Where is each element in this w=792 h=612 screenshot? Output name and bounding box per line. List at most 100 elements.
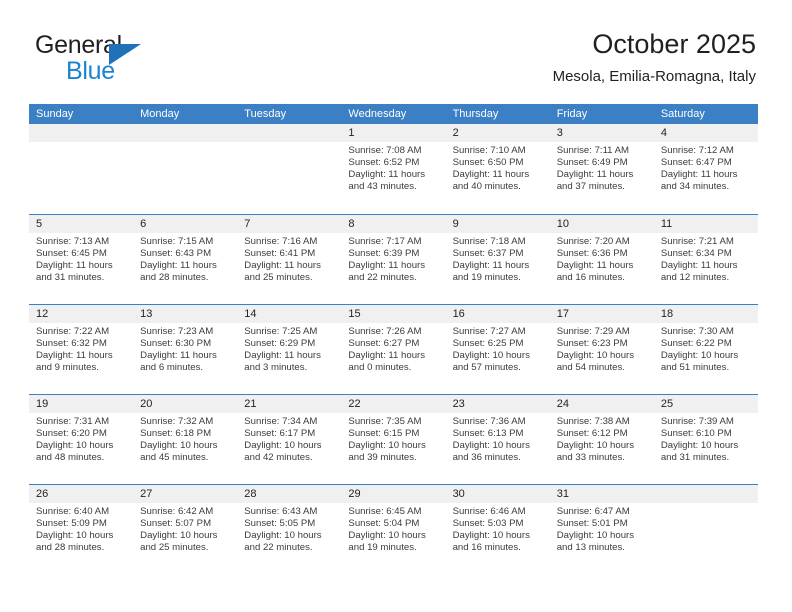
day-number: 29 [341, 485, 446, 503]
calendar-day-cell[interactable]: 24 Sunrise: 7:38 AM Sunset: 6:12 PM Dayligh… [549, 395, 654, 484]
daylight-duration-line2: and 42 minutes. [244, 452, 313, 464]
day-number: 28 [237, 485, 342, 503]
calendar-day-cell[interactable]: 20 Sunrise: 7:32 AM Sunset: 6:18 PM Dayligh… [133, 395, 238, 484]
day-number [133, 124, 238, 142]
daylight-duration-line1: Daylight: 10 hours [556, 530, 635, 542]
calendar-day-cell[interactable]: 25 Sunrise: 7:39 AM Sunset: 6:10 PM Dayligh… [653, 395, 758, 484]
sunrise-time: Sunrise: 7:20 AM [556, 236, 630, 247]
daylight-duration-line1: Daylight: 10 hours [660, 350, 739, 362]
sunrise-time: Sunrise: 7:35 AM [348, 416, 422, 427]
sunset-time: Sunset: 6:52 PM [348, 157, 420, 169]
day-number: 1 [341, 124, 446, 142]
calendar-day-cell[interactable]: 4 Sunrise: 7:12 AM Sunset: 6:47 PM Daylight… [653, 124, 758, 214]
calendar-day-cell[interactable]: 19 Sunrise: 7:31 AM Sunset: 6:20 PM Dayligh… [29, 395, 134, 484]
daylight-duration-line2: and 34 minutes. [660, 181, 730, 193]
daylight-duration-line1: Daylight: 10 hours [660, 440, 739, 452]
sunset-time: Sunset: 6:45 PM [36, 248, 107, 260]
calendar-day-cell[interactable]: 12 Sunrise: 7:22 AM Sunset: 6:32 PM Dayligh… [29, 305, 134, 394]
daylight-duration-line2: and 12 minutes. [660, 272, 730, 284]
calendar-day-cell[interactable]: 1 Sunrise: 7:08 AM Sunset: 6:52 PM Daylight… [341, 124, 446, 214]
sunrise-time: Sunrise: 7:39 AM [660, 416, 734, 427]
sunrise-time: Sunrise: 7:21 AM [660, 236, 734, 247]
sunrise-time: Sunrise: 7:15 AM [140, 236, 214, 247]
calendar-day-cell[interactable]: 15 Sunrise: 7:26 AM Sunset: 6:27 PM Dayligh… [341, 305, 446, 394]
sunrise-time: Sunrise: 6:45 AM [348, 506, 422, 517]
day-sun-info: Sunrise: 6:45 AM Sunset: 5:04 PM Daylight:… [341, 503, 445, 554]
sunrise-time: Sunrise: 7:11 AM [556, 145, 630, 156]
day-sun-info: Sunrise: 7:17 AM Sunset: 6:39 PM Daylight:… [341, 233, 445, 284]
day-sun-info: Sunrise: 7:23 AM Sunset: 6:30 PM Daylight:… [133, 323, 237, 374]
day-sun-info: Sunrise: 7:34 AM Sunset: 6:17 PM Daylight:… [237, 413, 341, 464]
calendar-day-cell[interactable]: 28 Sunrise: 6:43 AM Sunset: 5:05 PM Dayligh… [237, 485, 342, 574]
calendar-day-cell[interactable]: 18 Sunrise: 7:30 AM Sunset: 6:22 PM Dayligh… [653, 305, 758, 394]
day-number: 14 [237, 305, 342, 323]
day-sun-info: Sunrise: 6:40 AM Sunset: 5:09 PM Daylight:… [29, 503, 133, 554]
calendar-table: Sunday Monday Tuesday Wednesday Thursday Frid… [29, 104, 758, 574]
day-sun-info: Sunrise: 7:22 AM Sunset: 6:32 PM Daylight:… [29, 323, 133, 374]
day-number: 4 [653, 124, 758, 142]
calendar-day-cell[interactable]: 13 Sunrise: 7:23 AM Sunset: 6:30 PM Dayligh… [133, 305, 238, 394]
calendar-day-cell[interactable]: 22 Sunrise: 7:35 AM Sunset: 6:15 PM Dayligh… [341, 395, 446, 484]
daylight-duration-line2: and 36 minutes. [452, 452, 521, 464]
day-sun-info: Sunrise: 7:29 AM Sunset: 6:23 PM Daylight:… [550, 323, 654, 374]
calendar-day-cell[interactable]: 17 Sunrise: 7:29 AM Sunset: 6:23 PM Dayligh… [549, 305, 654, 394]
sunset-time: Sunset: 5:09 PM [36, 518, 107, 530]
calendar-day-cell[interactable]: 29 Sunrise: 6:45 AM Sunset: 5:04 PM Dayligh… [341, 485, 446, 574]
daylight-duration-line1: Daylight: 11 hours [140, 260, 217, 272]
sunset-time: Sunset: 6:50 PM [452, 157, 524, 169]
sunset-time: Sunset: 6:49 PM [556, 157, 628, 169]
day-number: 9 [445, 215, 550, 233]
sunset-time: Sunset: 6:23 PM [556, 338, 628, 350]
sunrise-time: Sunrise: 6:47 AM [556, 506, 630, 517]
calendar-day-cell[interactable]: 11 Sunrise: 7:21 AM Sunset: 6:34 PM Dayligh… [653, 215, 758, 304]
calendar-day-cell[interactable]: 21 Sunrise: 7:34 AM Sunset: 6:17 PM Dayligh… [237, 395, 342, 484]
calendar-day-cell[interactable]: 23 Sunrise: 7:36 AM Sunset: 6:13 PM Dayligh… [445, 395, 550, 484]
day-sun-info: Sunrise: 7:12 AM Sunset: 6:47 PM Daylight:… [654, 142, 758, 193]
day-number: 26 [29, 485, 134, 503]
calendar-day-cell[interactable]: 6 Sunrise: 7:15 AM Sunset: 6:43 PM Daylight… [133, 215, 238, 304]
calendar-day-cell[interactable]: 26 Sunrise: 6:40 AM Sunset: 5:09 PM Dayligh… [29, 485, 134, 574]
daylight-duration-line2: and 54 minutes. [556, 362, 625, 374]
sunrise-time: Sunrise: 7:23 AM [140, 326, 214, 337]
day-sun-info: Sunrise: 7:30 AM Sunset: 6:22 PM Daylight:… [654, 323, 758, 374]
sunrise-time: Sunrise: 6:46 AM [452, 506, 526, 517]
day-sun-info: Sunrise: 7:08 AM Sunset: 6:52 PM Daylight:… [341, 142, 445, 193]
calendar-day-cell[interactable]: 7 Sunrise: 7:16 AM Sunset: 6:41 PM Daylight… [237, 215, 342, 304]
sunset-time: Sunset: 6:37 PM [452, 248, 524, 260]
day-number: 3 [549, 124, 654, 142]
calendar-day-cell[interactable]: 16 Sunrise: 7:27 AM Sunset: 6:25 PM Dayligh… [445, 305, 550, 394]
calendar-day-cell-empty [133, 124, 238, 214]
calendar-day-cell[interactable]: 9 Sunrise: 7:18 AM Sunset: 6:37 PM Daylight… [445, 215, 550, 304]
calendar-day-cell[interactable]: 30 Sunrise: 6:46 AM Sunset: 5:03 PM Dayligh… [445, 485, 550, 574]
daylight-duration-line1: Daylight: 10 hours [348, 440, 426, 452]
weekday-header-sunday: Sunday [36, 108, 74, 120]
calendar-day-cell[interactable]: 14 Sunrise: 7:25 AM Sunset: 6:29 PM Dayligh… [237, 305, 342, 394]
calendar-day-cell[interactable]: 8 Sunrise: 7:17 AM Sunset: 6:39 PM Daylight… [341, 215, 446, 304]
day-sun-info: Sunrise: 6:43 AM Sunset: 5:05 PM Daylight:… [237, 503, 341, 554]
calendar-day-cell[interactable]: 31 Sunrise: 6:47 AM Sunset: 5:01 PM Dayligh… [549, 485, 654, 574]
sunset-time: Sunset: 6:22 PM [660, 338, 732, 350]
daylight-duration-line1: Daylight: 10 hours [36, 530, 114, 542]
daylight-duration-line1: Daylight: 11 hours [140, 350, 217, 362]
day-number: 31 [549, 485, 654, 503]
calendar-day-cell[interactable]: 3 Sunrise: 7:11 AM Sunset: 6:49 PM Daylight… [549, 124, 654, 214]
daylight-duration-line1: Daylight: 11 hours [660, 169, 738, 181]
page-title: October 2025 [592, 29, 756, 59]
calendar-day-cell[interactable]: 5 Sunrise: 7:13 AM Sunset: 6:45 PM Daylight… [29, 215, 134, 304]
weekday-header-row: Sunday Monday Tuesday Wednesday Thursday Frid… [29, 104, 758, 124]
daylight-duration-line1: Daylight: 11 hours [348, 350, 426, 362]
sunrise-time: Sunrise: 7:29 AM [556, 326, 630, 337]
daylight-duration-line1: Daylight: 10 hours [140, 530, 218, 542]
calendar-day-cell[interactable]: 10 Sunrise: 7:20 AM Sunset: 6:36 PM Dayligh… [549, 215, 654, 304]
calendar-day-cell[interactable]: 27 Sunrise: 6:42 AM Sunset: 5:07 PM Dayligh… [133, 485, 238, 574]
daylight-duration-line2: and 9 minutes. [36, 362, 99, 374]
sunset-time: Sunset: 6:27 PM [348, 338, 420, 350]
daylight-duration-line2: and 40 minutes. [452, 181, 521, 193]
calendar-day-cell[interactable]: 2 Sunrise: 7:10 AM Sunset: 6:50 PM Daylight… [445, 124, 550, 214]
day-number: 25 [653, 395, 758, 413]
daylight-duration-line1: Daylight: 11 hours [556, 260, 634, 272]
sunrise-time: Sunrise: 7:16 AM [244, 236, 318, 247]
weekday-header-thursday: Thursday [452, 108, 499, 120]
daylight-duration-line1: Daylight: 10 hours [36, 440, 114, 452]
sunrise-time: Sunrise: 7:36 AM [452, 416, 526, 427]
